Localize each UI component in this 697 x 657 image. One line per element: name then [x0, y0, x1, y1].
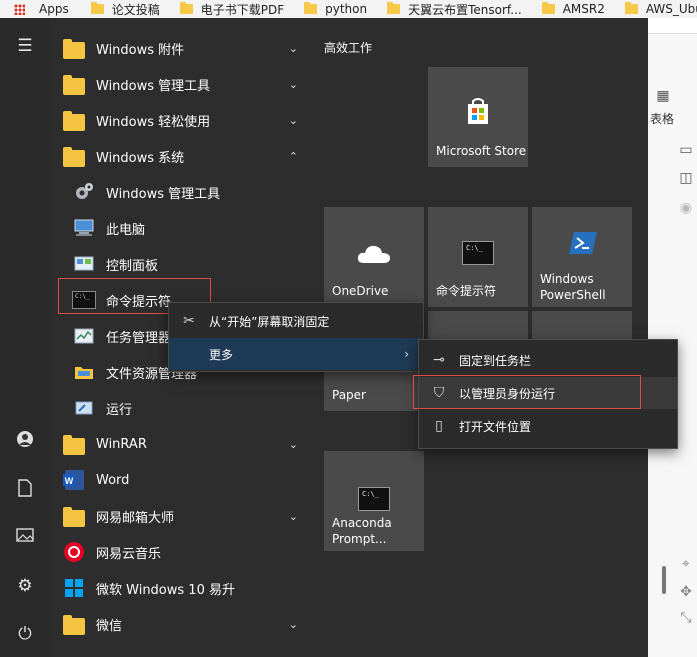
task-manager-icon: [72, 324, 96, 348]
unpin-icon: ✂: [183, 313, 195, 329]
list-item[interactable]: WinRAR ⌄: [62, 426, 310, 462]
file-explorer-icon: [72, 360, 96, 384]
bookmark-folder[interactable]: AWS_Ubu: [624, 2, 697, 16]
tile-section-title: 高效工作: [324, 41, 373, 55]
list-item[interactable]: Windows 管理工具: [72, 174, 310, 210]
list-item[interactable]: 网易邮箱大师 ⌄: [62, 498, 310, 534]
folder-icon: [90, 2, 104, 14]
tile-powershell[interactable]: Windows PowerShell: [532, 207, 632, 307]
admin-tools-icon: [72, 180, 96, 204]
expand-icon[interactable]: ⤡: [676, 610, 696, 626]
list-item[interactable]: Windows 管理工具 ⌄: [62, 66, 310, 102]
open-file-location-icon: ▯: [435, 418, 443, 434]
powershell-icon: [568, 231, 598, 259]
folder-icon: [63, 146, 85, 167]
list-item[interactable]: 控制面板: [72, 246, 310, 282]
chevron-down-icon: ⌄: [288, 113, 298, 127]
control-panel-icon: [72, 252, 96, 276]
menu-item-unpin[interactable]: ✂ 从“开始”屏幕取消固定: [169, 305, 423, 337]
list-item[interactable]: Windows 轻松使用 ⌄: [62, 102, 310, 138]
scrollbar-thumb[interactable]: [662, 566, 666, 594]
menu-item-pin-taskbar[interactable]: ⊸ 固定到任务栏: [419, 344, 677, 376]
bookmark-folder[interactable]: 论文投稿: [90, 1, 160, 18]
list-item[interactable]: 微信 ⌄: [62, 606, 310, 642]
crosshair-icon[interactable]: ⌖: [676, 556, 696, 572]
chevron-down-icon: ⌄: [288, 437, 298, 451]
documents-icon[interactable]: [14, 479, 36, 501]
panel-icon[interactable]: ▭: [676, 142, 696, 158]
power-icon[interactable]: ⏻: [14, 623, 36, 645]
list-item[interactable]: 网易云音乐: [62, 534, 310, 570]
netease-music-icon: [62, 540, 86, 564]
list-item[interactable]: Windows 附件 ⌄: [62, 30, 310, 66]
folder-icon: [179, 2, 193, 14]
tile-anaconda-prompt[interactable]: C:\_ Anaconda Prompt...: [324, 451, 424, 551]
context-menu: ✂ 从“开始”屏幕取消固定 更多 ›: [168, 302, 424, 372]
folder-icon: [63, 110, 85, 131]
folder-icon: [63, 506, 85, 527]
pictures-icon[interactable]: [14, 527, 36, 549]
tile-microsoft-store[interactable]: Microsoft Store: [428, 67, 528, 167]
tile-onedrive[interactable]: OneDrive: [324, 207, 424, 307]
folder-icon: [387, 2, 401, 14]
chevron-down-icon: ⌄: [288, 509, 298, 523]
bookmarks-bar: Apps 论文投稿 电子书下载PDF python 天翼云布置Tensorf..…: [0, 0, 697, 19]
bookmark-folder[interactable]: 电子书下载PDF: [179, 1, 284, 18]
onedrive-icon: [356, 241, 392, 269]
hamburger-menu-icon[interactable]: ☰: [14, 35, 36, 57]
windows-logo-icon: [62, 576, 86, 600]
folder-icon: [63, 38, 85, 59]
word-icon: W: [62, 468, 86, 492]
apps-grid-icon: [14, 3, 25, 15]
start-rail: ☰ ⚙ ⏻: [0, 18, 50, 657]
background-window: ▦ 表格 ▭ ◫ ◉ ⌖ ✥ ⤡: [648, 18, 697, 657]
list-item[interactable]: 运行: [72, 390, 310, 426]
menu-item-open-file-location[interactable]: ▯ 打开文件位置: [419, 410, 677, 442]
highlight-run-as-admin: [413, 375, 641, 409]
chevron-up-icon: ⌃: [288, 149, 298, 163]
svg-text:W: W: [65, 476, 74, 486]
folder-icon: [63, 434, 85, 455]
window-header: [648, 18, 697, 34]
folder-icon: [63, 74, 85, 95]
cmd-icon: C:\_: [358, 487, 390, 511]
pin-icon: ⊸: [433, 352, 445, 368]
bookmark-folder[interactable]: 天翼云布置Tensorf...: [387, 1, 522, 18]
run-icon: [72, 396, 96, 420]
cmd-icon: C:\_: [462, 241, 494, 265]
list-item[interactable]: Windows 系统 ⌃: [62, 138, 310, 174]
table-label[interactable]: 表格: [650, 110, 674, 127]
split-icon[interactable]: ◫: [676, 170, 696, 186]
user-avatar-icon[interactable]: [14, 430, 36, 452]
folder-icon: [63, 614, 85, 635]
chevron-right-icon: ›: [404, 347, 409, 361]
list-item[interactable]: W Word: [62, 462, 310, 498]
list-item[interactable]: 此电脑: [72, 210, 310, 246]
folder-icon: [304, 2, 318, 14]
settings-gear-icon[interactable]: ⚙: [14, 575, 36, 597]
bookmark-folder[interactable]: python: [304, 2, 367, 16]
menu-item-more[interactable]: 更多 ›: [169, 338, 423, 370]
bookmark-folder[interactable]: AMSR2: [541, 2, 605, 16]
store-icon: [462, 95, 494, 131]
bookmark-apps[interactable]: Apps: [14, 2, 69, 16]
eye-icon[interactable]: ◉: [676, 200, 696, 216]
folder-icon: [624, 2, 638, 14]
chevron-down-icon: ⌄: [288, 77, 298, 91]
chevron-down-icon: ⌄: [288, 41, 298, 55]
computer-icon: [72, 216, 96, 240]
folder-icon: [541, 2, 555, 14]
chevron-down-icon: ⌄: [288, 617, 298, 631]
move-icon[interactable]: ✥: [676, 584, 696, 600]
table-icon[interactable]: ▦: [653, 88, 673, 104]
tile-cmd[interactable]: C:\_ 命令提示符: [428, 207, 528, 307]
list-item[interactable]: 微软 Windows 10 易升: [62, 570, 310, 606]
